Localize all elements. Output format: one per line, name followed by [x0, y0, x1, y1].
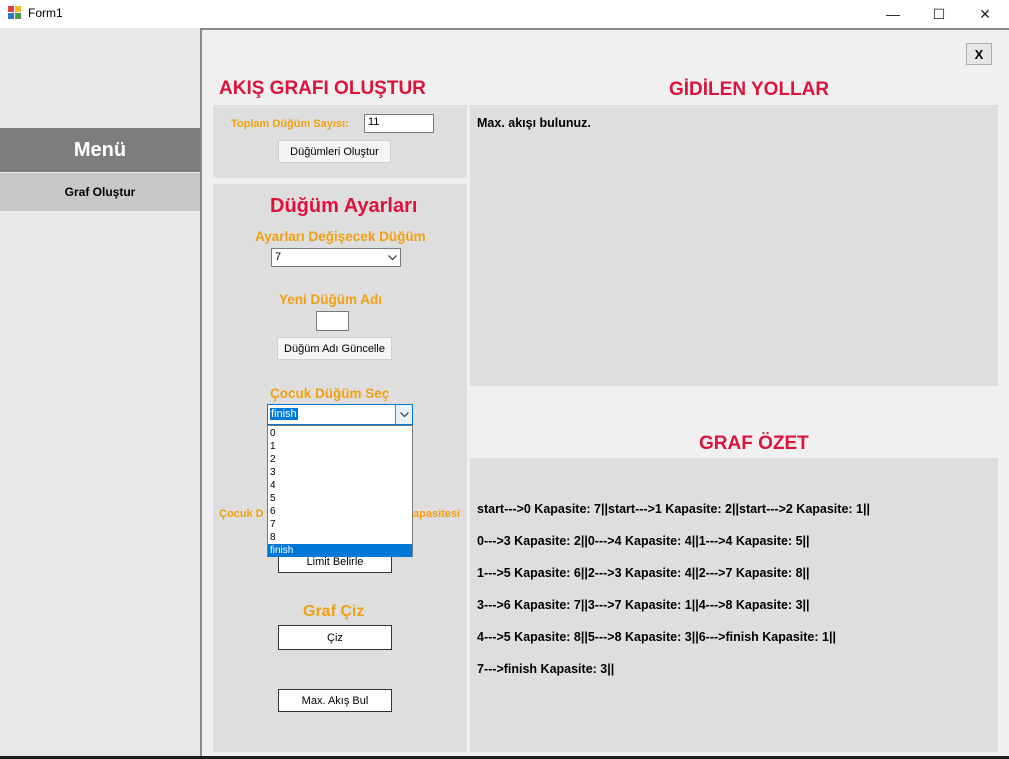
minimize-button[interactable]: —: [870, 0, 916, 28]
update-name-button[interactable]: Düğüm Adı Güncelle: [277, 337, 392, 360]
dropdown-option[interactable]: 5: [268, 492, 412, 505]
node-count-input[interactable]: 11: [364, 114, 434, 133]
summary-title: GRAF ÖZET: [699, 433, 809, 454]
draw-title: Graf Çiz: [303, 603, 365, 620]
chevron-down-icon: [395, 405, 412, 424]
child-select-label: Çocuk Düğüm Seç: [270, 386, 390, 401]
window-close-button[interactable]: ✕: [962, 0, 1008, 28]
draw-button[interactable]: Çiz: [278, 625, 392, 650]
menu-header: Menü: [0, 128, 200, 172]
dropdown-option[interactable]: 4: [268, 479, 412, 492]
dropdown-option[interactable]: 7: [268, 518, 412, 531]
dropdown-option-selected[interactable]: finish: [268, 544, 412, 557]
node-settings-title: Düğüm Ayarları: [270, 195, 418, 217]
window-title: Form1: [28, 6, 63, 20]
select-node-label: Ayarları Değişecek Düğüm: [255, 229, 426, 244]
child-select-value: finish: [270, 408, 298, 420]
paths-panel: [470, 105, 998, 386]
new-name-label: Yeni Düğüm Adı: [279, 292, 383, 307]
summary-text: start--->0 Kapasite: 7||start--->1 Kapas…: [477, 485, 992, 693]
capacity-label-right: apasitesi: [413, 508, 461, 520]
sidebar-item-graf-olustur[interactable]: Graf Oluştur: [0, 173, 200, 211]
summary-line: 7--->finish Kapasite: 3||: [477, 662, 615, 676]
dropdown-option[interactable]: 1: [268, 440, 412, 453]
title-bar: [0, 0, 1009, 28]
dropdown-option[interactable]: 3: [268, 466, 412, 479]
child-select-combo[interactable]: finish: [267, 404, 413, 425]
maximize-button[interactable]: ☐: [916, 0, 962, 28]
chevron-down-icon: [384, 249, 400, 266]
capacity-label-left: Çocuk D: [219, 508, 264, 520]
summary-line: 3--->6 Kapasite: 7||3--->7 Kapasite: 1||…: [477, 598, 810, 612]
dropdown-option[interactable]: 2: [268, 453, 412, 466]
new-name-input[interactable]: [316, 311, 349, 331]
select-node-combo[interactable]: 7: [271, 248, 401, 267]
summary-line: start--->0 Kapasite: 7||start--->1 Kapas…: [477, 502, 870, 516]
child-select-dropdown[interactable]: 0 1 2 3 4 5 6 7 8 finish: [267, 425, 413, 557]
summary-line: 1--->5 Kapasite: 6||2--->3 Kapasite: 4||…: [477, 566, 810, 580]
close-icon: ✕: [979, 5, 991, 22]
maximize-icon: ☐: [932, 5, 946, 22]
panel-close-button[interactable]: X: [966, 43, 992, 65]
graph-create-title: AKIŞ GRAFI OLUŞTUR: [219, 78, 426, 99]
create-nodes-button[interactable]: Düğümleri Oluştur: [278, 140, 391, 163]
paths-text: Max. akışı bulunuz.: [477, 116, 591, 130]
select-node-value: 7: [275, 251, 282, 263]
app-icon: [8, 6, 21, 19]
max-flow-button[interactable]: Max. Akış Bul: [278, 689, 392, 712]
dropdown-option[interactable]: 6: [268, 505, 412, 518]
node-count-label: Toplam Düğüm Sayısı:: [231, 118, 349, 130]
dropdown-option[interactable]: 8: [268, 531, 412, 544]
paths-title: GİDİLEN YOLLAR: [669, 79, 830, 100]
summary-line: 0--->3 Kapasite: 2||0--->4 Kapasite: 4||…: [477, 534, 810, 548]
summary-line: 4--->5 Kapasite: 8||5--->8 Kapasite: 3||…: [477, 630, 836, 644]
dropdown-option[interactable]: 0: [268, 427, 412, 440]
minimize-icon: —: [886, 6, 900, 22]
